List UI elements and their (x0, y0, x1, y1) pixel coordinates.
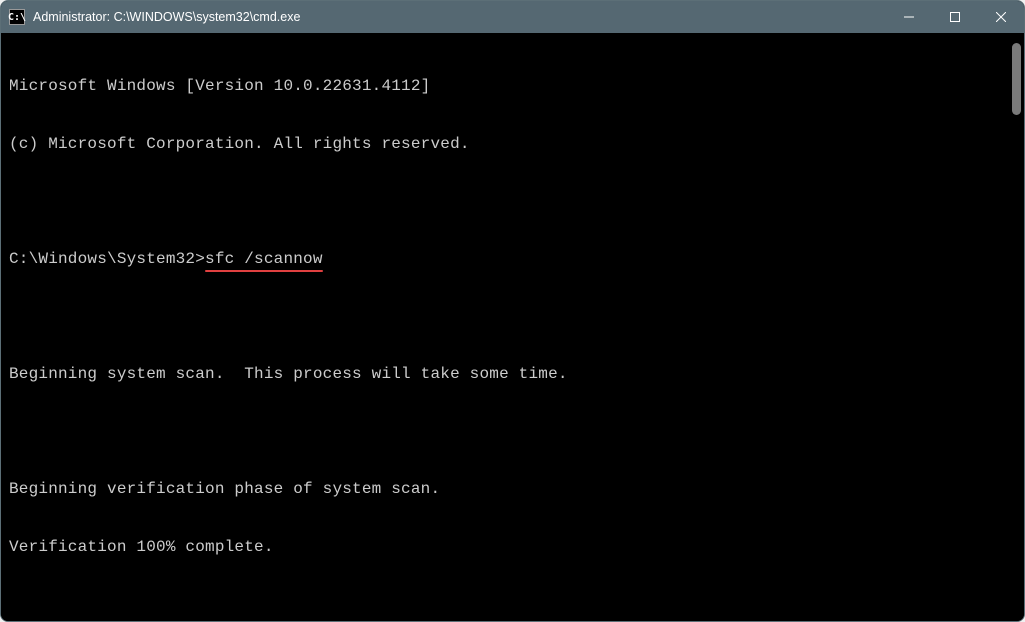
prompt-path: C:\Windows\System32> (9, 250, 205, 268)
titlebar-controls (886, 1, 1024, 33)
maximize-icon (950, 12, 960, 22)
annotation-underline (205, 270, 323, 273)
terminal-line (9, 423, 1016, 442)
terminal-prompt-line: C:\Windows\System32>sfc /scannow (9, 250, 1016, 269)
window-title: Administrator: C:\WINDOWS\system32\cmd.e… (33, 10, 886, 24)
titlebar[interactable]: C:\ Administrator: C:\WINDOWS\system32\c… (1, 1, 1024, 33)
maximize-button[interactable] (932, 1, 978, 33)
terminal-line: Verification 100% complete. (9, 538, 1016, 557)
scrollbar-thumb[interactable] (1012, 43, 1021, 115)
close-button[interactable] (978, 1, 1024, 33)
terminal-body[interactable]: Microsoft Windows [Version 10.0.22631.41… (1, 33, 1024, 621)
terminal-line (9, 308, 1016, 327)
terminal-line (9, 193, 1016, 212)
terminal-line: Microsoft Windows [Version 10.0.22631.41… (9, 77, 1016, 96)
terminal-content: Microsoft Windows [Version 10.0.22631.41… (9, 39, 1016, 621)
minimize-button[interactable] (886, 1, 932, 33)
command-text: sfc /scannow (205, 250, 323, 269)
cmd-window: C:\ Administrator: C:\WINDOWS\system32\c… (0, 0, 1025, 622)
cmd-icon: C:\ (9, 9, 25, 25)
terminal-line: Beginning verification phase of system s… (9, 480, 1016, 499)
close-icon (996, 12, 1006, 22)
terminal-line: Beginning system scan. This process will… (9, 365, 1016, 384)
terminal-line (9, 595, 1016, 614)
terminal-line: (c) Microsoft Corporation. All rights re… (9, 135, 1016, 154)
minimize-icon (904, 12, 914, 22)
